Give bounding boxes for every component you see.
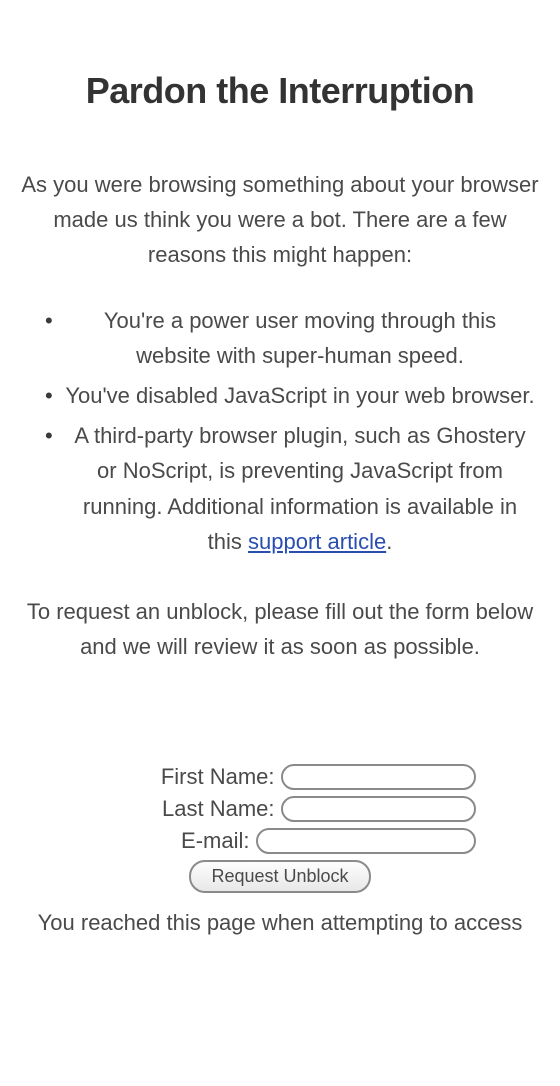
- request-unblock-button[interactable]: Request Unblock: [189, 860, 370, 893]
- unblock-form: First Name: Last Name: E-mail: Request U…: [15, 764, 545, 893]
- reason-text-after: .: [386, 529, 392, 554]
- first-name-input[interactable]: [281, 764, 476, 790]
- last-name-input[interactable]: [281, 796, 476, 822]
- instruction-text: To request an unblock, please fill out t…: [15, 594, 545, 664]
- last-name-row: Last Name:: [15, 796, 545, 822]
- reason-item: You're a power user moving through this …: [50, 303, 535, 373]
- intro-text: As you were browsing something about you…: [15, 167, 545, 273]
- page-title: Pardon the Interruption: [15, 70, 545, 112]
- reason-item: A third-party browser plugin, such as Gh…: [50, 418, 535, 559]
- reason-item: You've disabled JavaScript in your web b…: [50, 378, 535, 413]
- first-name-label: First Name:: [85, 764, 275, 790]
- submit-row: Request Unblock: [15, 860, 545, 893]
- first-name-row: First Name:: [15, 764, 545, 790]
- email-input[interactable]: [256, 828, 476, 854]
- last-name-label: Last Name:: [85, 796, 275, 822]
- support-article-link[interactable]: support article: [248, 529, 386, 554]
- email-label: E-mail:: [85, 828, 250, 854]
- email-row: E-mail:: [15, 828, 545, 854]
- footer-text: You reached this page when attempting to…: [15, 905, 545, 940]
- reasons-list: You're a power user moving through this …: [15, 303, 545, 559]
